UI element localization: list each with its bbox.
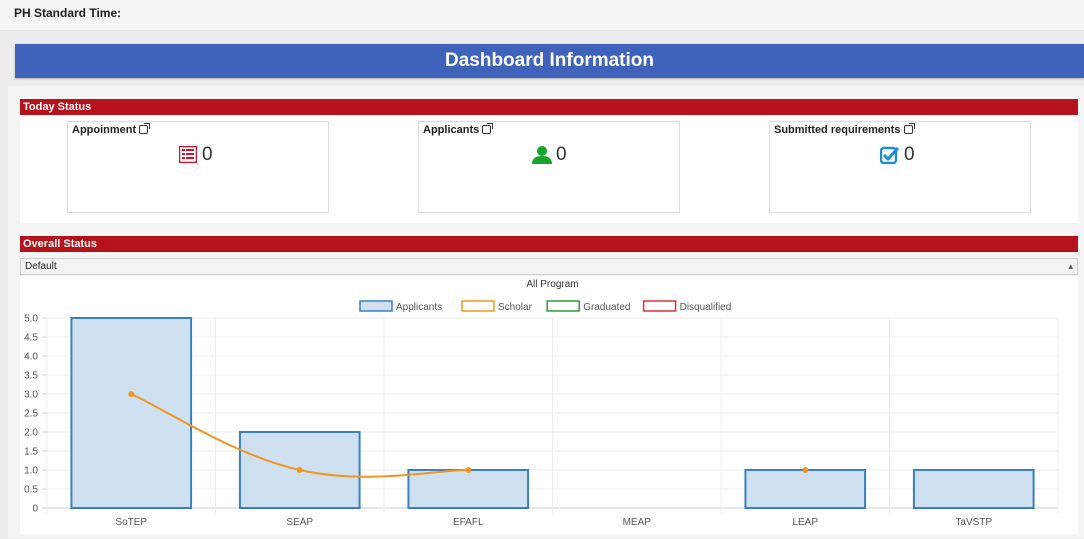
submitted-requirements-label: Submitted requirements	[774, 124, 901, 136]
y-tick-label: 2.0	[24, 428, 38, 439]
list-icon	[178, 145, 198, 168]
legend-label-scholar: Scholar	[498, 302, 533, 313]
program-filter-value: Default	[25, 261, 57, 272]
y-tick-label: 3.0	[24, 390, 38, 401]
legend-swatch-applicants	[359, 300, 393, 312]
external-link-icon[interactable]	[482, 123, 494, 134]
x-tick-label: SoTEP	[115, 517, 147, 528]
y-tick-label: 3.5	[24, 371, 38, 382]
today-status-header: Today Status	[20, 99, 1078, 115]
external-link-icon[interactable]	[903, 123, 915, 134]
program-filter-select[interactable]: Default ▴	[20, 258, 1078, 275]
bar-leap	[744, 469, 867, 509]
submitted-requirements-title[interactable]: Submitted requirements	[774, 123, 915, 136]
applicants-count: 0	[556, 144, 567, 165]
appointment-count: 0	[202, 144, 213, 165]
chart-title: All Program	[526, 279, 578, 290]
bar-sotep	[70, 317, 193, 509]
bar-tavstp	[912, 469, 1035, 509]
applicants-title[interactable]: Applicants	[423, 123, 494, 136]
dashboard-title-banner: Dashboard Information	[15, 44, 1084, 78]
chart-area: All Program Applicants Scholar Graduated Dis…	[20, 276, 1078, 534]
y-tick-label: 0	[32, 504, 38, 515]
program-chart: All Program Applicants Scholar Graduated Dis…	[24, 279, 1059, 528]
applicants-label: Applicants	[423, 124, 480, 136]
check-square-icon	[879, 146, 900, 169]
legend-label-disqualified: Disqualified	[680, 302, 732, 313]
applicants-card: Applicants 0	[418, 121, 680, 213]
point-scholar-efafl	[465, 467, 472, 473]
x-tick-label: SEAP	[286, 517, 313, 528]
point-scholar-leap	[802, 467, 809, 473]
legend-swatch-scholar	[461, 300, 495, 312]
submitted-requirements-card: Submitted requirements 0	[769, 121, 1031, 213]
x-tick-label: TaVSTP	[955, 517, 992, 528]
y-tick-label: 2.5	[24, 409, 38, 420]
x-tick-label: LEAP	[792, 517, 818, 528]
y-tick-label: 0.5	[24, 485, 38, 496]
point-scholar-sotep	[128, 391, 135, 397]
appointment-title[interactable]: Appoinment	[72, 123, 151, 136]
y-tick-label: 4.0	[24, 352, 38, 363]
legend-label-graduated: Graduated	[583, 302, 630, 313]
user-icon	[531, 146, 553, 169]
appointment-label: Appoinment	[72, 124, 137, 136]
point-scholar-seap	[296, 467, 303, 473]
appointment-card: Appoinment 0	[67, 121, 329, 213]
legend-swatch-disqualified	[642, 300, 677, 312]
legend-swatch-graduated	[546, 300, 580, 312]
y-tick-label: 1.5	[24, 447, 38, 458]
y-tick-label: 4.5	[24, 333, 38, 344]
legend-label-applicants: Applicants	[396, 302, 442, 313]
y-tick-label: 5.0	[24, 314, 38, 325]
overall-status-header: Overall Status	[20, 236, 1078, 252]
bar-efafl	[407, 469, 530, 509]
submitted-requirements-count: 0	[904, 144, 915, 165]
y-tick-label: 1.0	[24, 466, 38, 477]
select-arrows-icon: ▴	[1068, 261, 1073, 271]
x-tick-label: MEAP	[623, 517, 652, 528]
external-link-icon[interactable]	[139, 123, 151, 134]
top-bar: PH Standard Time:	[0, 0, 1084, 31]
ph-standard-time-label: PH Standard Time:	[14, 6, 122, 20]
x-tick-label: EFAFL	[453, 517, 484, 528]
